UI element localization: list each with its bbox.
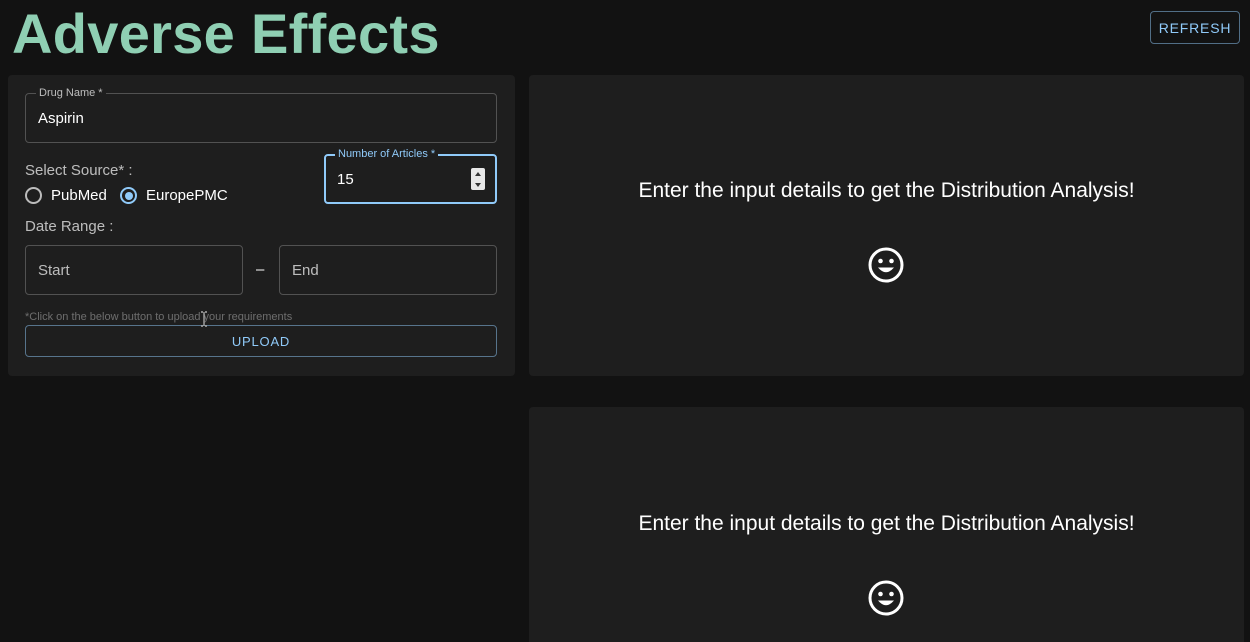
radio-europepmc-circle[interactable]	[120, 187, 137, 204]
start-date-placeholder: Start	[38, 261, 70, 279]
end-date-field[interactable]: End	[279, 245, 497, 295]
date-range-label: Date Range :	[25, 218, 114, 235]
upload-hint: *Click on the below button to upload you…	[25, 311, 293, 323]
number-stepper[interactable]	[471, 168, 485, 190]
number-of-articles-value[interactable]: 15	[337, 156, 354, 202]
refresh-button[interactable]: REFRESH	[1150, 11, 1240, 44]
drug-name-value[interactable]: Aspirin	[38, 94, 84, 142]
radio-pubmed-circle[interactable]	[25, 187, 42, 204]
distribution-analysis-panel-2: Enter the input details to get the Distr…	[529, 407, 1244, 642]
date-range-separator: –	[256, 261, 265, 278]
smiley-icon	[868, 247, 904, 283]
smiley-icon	[868, 580, 904, 616]
upload-button[interactable]: UPLOAD	[25, 325, 497, 357]
text-cursor-icon	[201, 311, 207, 327]
radio-europepmc[interactable]: EuropePMC	[120, 187, 228, 204]
stepper-down-icon[interactable]	[475, 182, 481, 187]
radio-europepmc-label: EuropePMC	[146, 187, 228, 204]
stepper-up-icon[interactable]	[475, 171, 481, 176]
radio-pubmed-label: PubMed	[51, 187, 107, 204]
input-form-panel: Drug Name * Aspirin Select Source* : Pub…	[8, 75, 515, 376]
end-date-placeholder: End	[292, 261, 319, 279]
page-title: Adverse Effects	[12, 2, 440, 65]
number-of-articles-field[interactable]: Number of Articles * 15	[324, 148, 497, 204]
drug-name-field[interactable]: Drug Name * Aspirin	[25, 87, 497, 143]
select-source-label: Select Source* :	[25, 162, 133, 179]
distribution-analysis-message-2: Enter the input details to get the Distr…	[638, 512, 1135, 535]
radio-pubmed[interactable]: PubMed	[25, 187, 107, 204]
distribution-analysis-panel: Enter the input details to get the Distr…	[529, 75, 1244, 376]
distribution-analysis-message: Enter the input details to get the Distr…	[638, 179, 1135, 202]
start-date-field[interactable]: Start	[25, 245, 243, 295]
